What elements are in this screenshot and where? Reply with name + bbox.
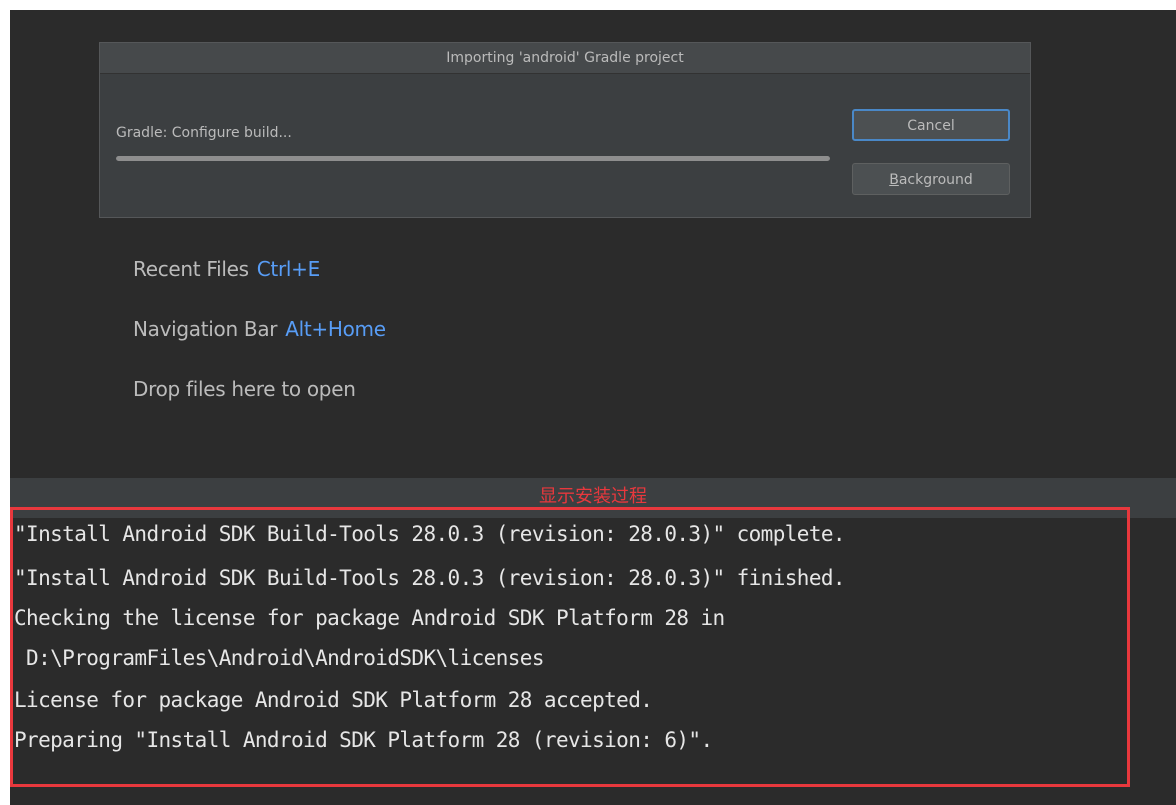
console-line: "Install Android SDK Build-Tools 28.0.3 … (14, 566, 846, 590)
navigation-bar-shortcut: Alt+Home (285, 317, 386, 341)
recent-files-hint: Recent Files Ctrl+E (133, 257, 320, 281)
navigation-bar-hint: Navigation Bar Alt+Home (133, 317, 386, 341)
drop-files-hint: Drop files here to open (133, 377, 356, 401)
recent-files-shortcut: Ctrl+E (256, 257, 320, 281)
console-line: Checking the license for package Android… (14, 606, 725, 630)
console-line: License for package Android SDK Platform… (14, 688, 653, 712)
console-line: Preparing "Install Android SDK Platform … (14, 728, 713, 752)
background-button-mnemonic: B (889, 172, 899, 188)
recent-files-label: Recent Files (133, 257, 249, 281)
console-output[interactable]: "Install Android SDK Build-Tools 28.0.3 … (10, 518, 1176, 805)
background-button-label: ackground (898, 172, 973, 188)
console-line: D:\ProgramFiles\Android\AndroidSDK\licen… (14, 646, 544, 670)
cancel-button[interactable]: Cancel (852, 109, 1010, 141)
background-button[interactable]: Background (852, 163, 1010, 195)
dialog-title: Importing 'android' Gradle project (100, 43, 1030, 74)
ide-window: Importing 'android' Gradle project Gradl… (10, 10, 1176, 805)
progress-label: Gradle: Configure build... (116, 125, 292, 141)
console-line: "Install Android SDK Build-Tools 28.0.3 … (14, 522, 846, 546)
import-progress-dialog: Importing 'android' Gradle project Gradl… (99, 42, 1031, 218)
annotation-label: 显示安装过程 (539, 486, 647, 507)
progress-bar-fill (116, 156, 830, 161)
navigation-bar-label: Navigation Bar (133, 317, 278, 341)
progress-bar (116, 156, 830, 161)
